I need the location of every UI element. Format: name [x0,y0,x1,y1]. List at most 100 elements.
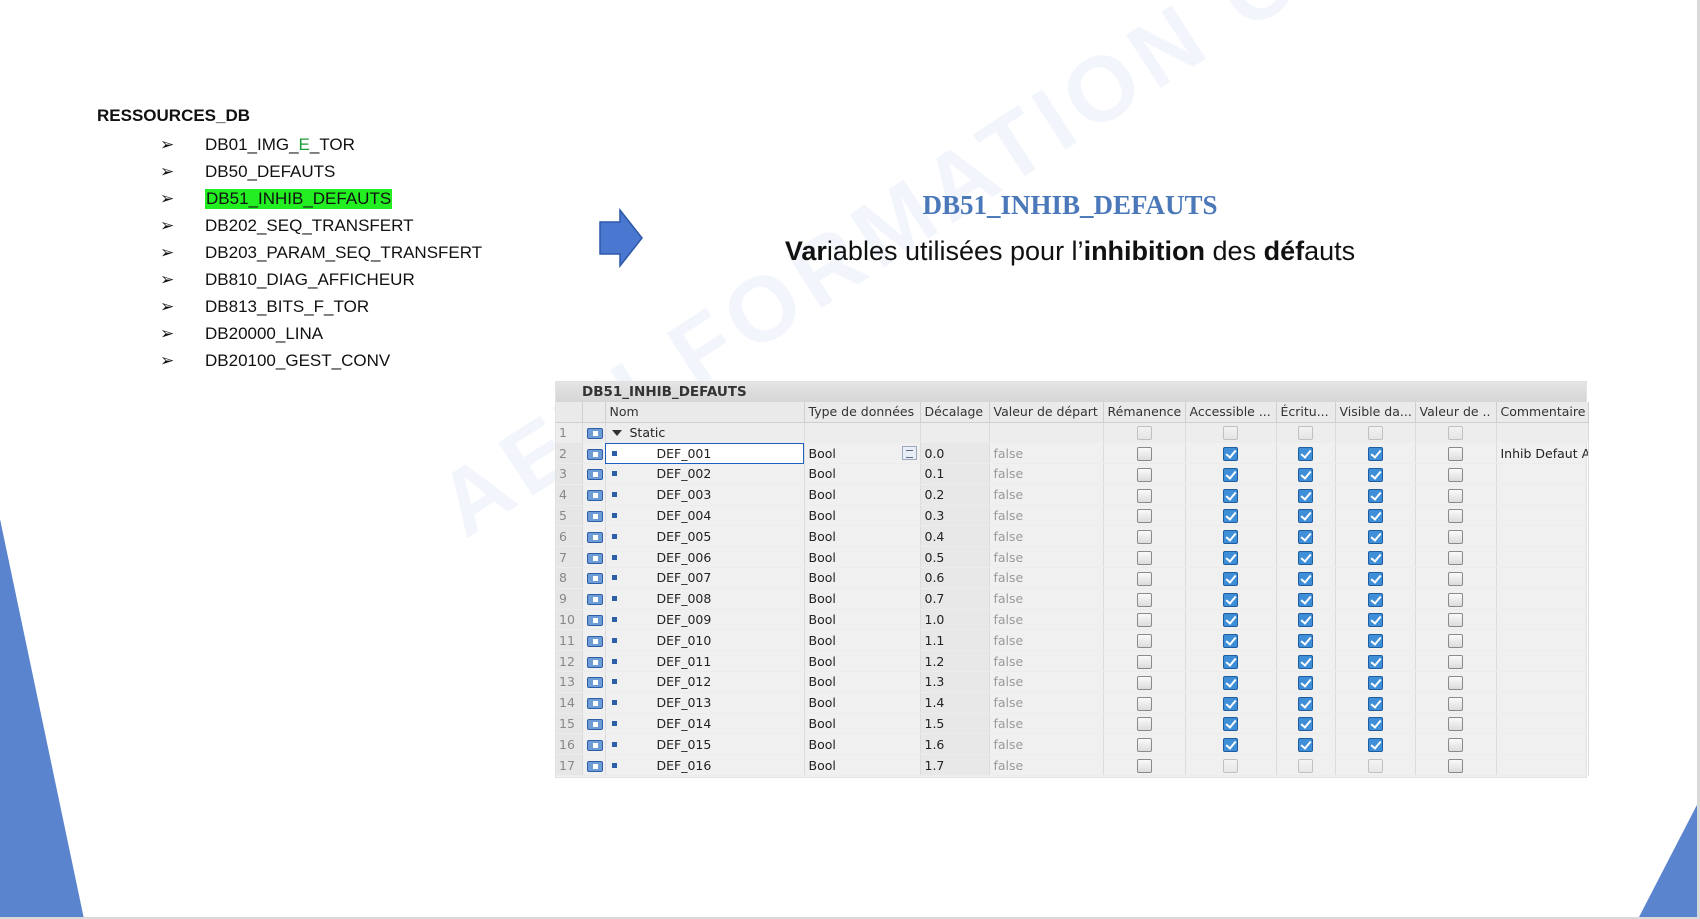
checkbox-icon[interactable] [1136,613,1152,628]
checkbox-icon[interactable] [1223,758,1238,773]
start-value-cell[interactable]: false [989,609,1104,631]
checkbox-cell[interactable] [1276,484,1336,506]
table-row[interactable]: 13 DEF_012 Bool 1.3 false [556,671,1589,693]
comment-cell[interactable] [1496,588,1589,610]
checkbox-icon[interactable] [1448,571,1463,586]
name-cell[interactable]: DEF_008 [605,588,805,610]
checkbox-icon[interactable] [1136,446,1152,461]
name-cell[interactable]: DEF_011 [605,650,805,673]
comment-cell[interactable] [1496,650,1589,673]
checkbox-cell[interactable] [1185,463,1277,485]
checkbox-icon[interactable] [1223,446,1238,461]
type-cell[interactable]: Bool [804,609,921,631]
checkbox-icon[interactable] [1448,738,1463,753]
table-row[interactable]: 2 DEF_001 Bool 0.0false Inhib Defaut AU [556,442,1589,465]
type-cell[interactable]: Bool [804,713,921,735]
table-row[interactable]: 10 DEF_009 Bool 1.0 false [556,609,1589,631]
start-value-cell[interactable]: false [989,733,1104,756]
table-row-static[interactable]: 1 Static [556,422,1589,444]
checkbox-icon[interactable] [1298,426,1313,441]
checkbox-icon[interactable] [1223,738,1238,753]
checkbox-cell[interactable] [1103,505,1186,527]
type-cell[interactable]: Bool [804,546,921,569]
comment-cell[interactable] [1496,546,1589,569]
checkbox-icon[interactable] [1448,446,1463,461]
checkbox-icon[interactable] [1448,758,1463,773]
checkbox-icon[interactable] [1298,488,1313,503]
checkbox-cell[interactable] [1185,484,1277,506]
checkbox-cell[interactable] [1185,442,1277,465]
start-value-cell[interactable]: false [989,713,1104,735]
checkbox-cell[interactable] [1335,567,1416,589]
checkbox-cell[interactable] [1276,629,1336,652]
checkbox-cell[interactable] [1185,505,1277,527]
checkbox-cell[interactable] [1335,422,1416,444]
checkbox-cell[interactable] [1276,546,1336,569]
start-value-cell[interactable]: false [989,525,1104,548]
table-row[interactable]: 4 DEF_003 Bool 0.2 false [556,484,1589,506]
start-value-cell[interactable]: false [989,629,1104,652]
db-list-item[interactable]: ➢ DB20100_GEST_CONV [160,347,482,374]
start-value-cell[interactable]: false [989,546,1104,569]
checkbox-cell[interactable] [1103,567,1186,589]
checkbox-cell[interactable] [1276,671,1336,693]
checkbox-icon[interactable] [1367,426,1383,441]
checkbox-icon[interactable] [1298,738,1313,753]
checkbox-cell[interactable] [1103,671,1186,693]
checkbox-icon[interactable] [1298,717,1313,732]
checkbox-cell[interactable] [1415,629,1497,652]
checkbox-icon[interactable] [1223,467,1238,482]
checkbox-cell[interactable] [1415,546,1497,569]
checkbox-cell[interactable] [1185,525,1277,548]
checkbox-icon[interactable] [1298,696,1313,711]
type-cell[interactable]: Bool [804,629,921,652]
start-value-cell[interactable]: false [989,505,1104,527]
checkbox-icon[interactable] [1298,634,1313,649]
checkbox-icon[interactable] [1448,717,1463,732]
type-cell[interactable]: Bool [804,567,921,589]
checkbox-icon[interactable] [1298,571,1313,586]
name-cell[interactable]: DEF_010 [605,629,805,652]
table-row[interactable]: 16 DEF_015 Bool 1.6 false [556,733,1589,756]
db-list-item[interactable]: ➢ DB203_PARAM_SEQ_TRANSFERT [160,239,482,266]
start-value-cell[interactable]: false [989,650,1104,673]
checkbox-icon[interactable] [1367,758,1383,773]
name-cell[interactable]: DEF_015 [605,733,805,756]
checkbox-icon[interactable] [1136,509,1152,524]
checkbox-cell[interactable] [1276,422,1336,444]
checkbox-icon[interactable] [1367,509,1383,524]
checkbox-cell[interactable] [1415,422,1497,444]
start-value-cell[interactable]: false [989,671,1104,693]
checkbox-icon[interactable] [1367,446,1383,461]
checkbox-cell[interactable] [1335,484,1416,506]
checkbox-icon[interactable] [1448,675,1463,690]
checkbox-cell[interactable] [1103,546,1186,569]
checkbox-icon[interactable] [1298,592,1313,607]
type-cell[interactable]: Bool [804,733,921,756]
comment-cell[interactable] [1496,733,1589,756]
type-cell[interactable]: Bool [804,588,921,610]
checkbox-icon[interactable] [1223,654,1238,669]
checkbox-icon[interactable] [1298,509,1313,524]
checkbox-icon[interactable] [1136,426,1152,441]
checkbox-cell[interactable] [1185,588,1277,610]
checkbox-icon[interactable] [1448,467,1463,482]
checkbox-cell[interactable] [1415,733,1497,756]
checkbox-icon[interactable] [1136,696,1152,711]
checkbox-cell[interactable] [1276,609,1336,631]
name-cell[interactable]: DEF_004 [605,505,805,527]
comment-cell[interactable] [1496,609,1589,631]
checkbox-cell[interactable] [1276,442,1336,465]
checkbox-icon[interactable] [1367,550,1383,565]
checkbox-icon[interactable] [1223,426,1238,441]
checkbox-icon[interactable] [1367,717,1383,732]
start-value-cell[interactable]: false [989,463,1104,485]
table-row[interactable]: 6 DEF_005 Bool 0.4 false [556,525,1589,548]
type-cell[interactable]: Bool [804,754,921,777]
checkbox-icon[interactable] [1136,634,1152,649]
checkbox-cell[interactable] [1415,754,1497,777]
checkbox-cell[interactable] [1276,692,1336,714]
comment-cell[interactable] [1496,671,1589,693]
checkbox-icon[interactable] [1223,509,1238,524]
checkbox-cell[interactable] [1185,567,1277,589]
